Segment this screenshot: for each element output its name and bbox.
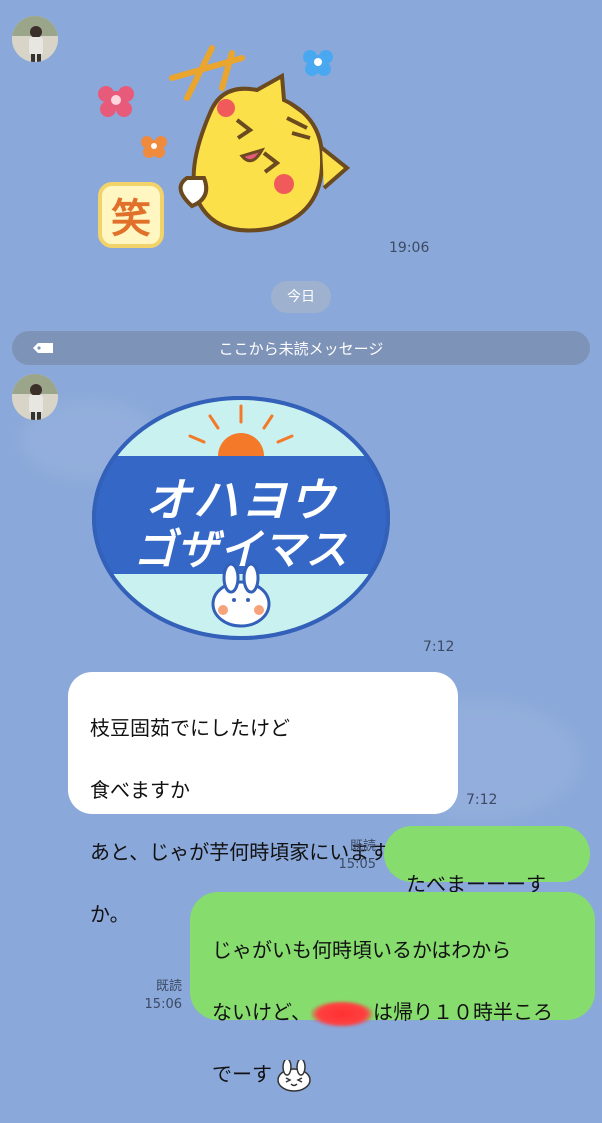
message-time: 15:06 bbox=[144, 997, 182, 1012]
message-time: 7:12 bbox=[466, 792, 498, 808]
sender-avatar[interactable] bbox=[12, 374, 58, 420]
sticker-text-line2: ゴザイマス bbox=[133, 525, 349, 574]
read-receipt: 既読 15:05 bbox=[320, 838, 376, 874]
message-line: 枝豆固茹でにしたけど bbox=[90, 716, 290, 740]
outgoing-message-bubble[interactable]: たべまーーーす bbox=[384, 826, 590, 896]
outgoing-message-bubble[interactable]: じゃがいも何時頃いるかはわから ないけど、 は帰り１０時半ころ でーす bbox=[190, 892, 595, 1092]
bunny-emoji-icon bbox=[277, 1057, 311, 1092]
cat-laughing-sticker[interactable]: 笑 bbox=[92, 38, 362, 248]
message-fragment: は帰り１０時半ころ bbox=[373, 1000, 553, 1024]
message-line: じゃがいも何時頃いるかはわから bbox=[212, 938, 512, 962]
read-receipt: 既読 15:06 bbox=[126, 978, 182, 1014]
message-line: 食べますか bbox=[90, 778, 190, 802]
avatar-photo-icon bbox=[12, 16, 58, 62]
unread-divider-label: ここから未読メッセージ bbox=[218, 339, 384, 358]
message-line: でーす bbox=[212, 1057, 573, 1092]
incoming-message-bubble[interactable]: 枝豆固茹でにしたけど 食べますか あと、じゃが芋何時頃家にいます か。 bbox=[68, 672, 458, 926]
sticker-laugh-character: 笑 bbox=[98, 182, 164, 248]
message-fragment: ないけど、 bbox=[212, 1000, 311, 1024]
message-time: 15:05 bbox=[338, 857, 376, 872]
message-fragment: でーす bbox=[212, 1062, 272, 1086]
message-line: ないけど、 は帰り１０時半ころ bbox=[212, 997, 573, 1028]
read-label: 既読 bbox=[155, 979, 182, 994]
message-time: 19:06 bbox=[389, 240, 430, 256]
tag-icon bbox=[33, 343, 53, 353]
message-time: 7:12 bbox=[423, 639, 455, 655]
sender-avatar[interactable] bbox=[12, 16, 58, 62]
unread-messages-divider: ここから未読メッセージ bbox=[12, 331, 590, 365]
read-label: 既読 bbox=[349, 839, 376, 854]
good-morning-sticker[interactable]: オハヨウ ゴザイマス bbox=[90, 394, 392, 644]
redaction-scribble bbox=[311, 1000, 373, 1027]
avatar-photo-icon bbox=[12, 374, 58, 420]
date-separator: 今日 bbox=[271, 281, 331, 313]
